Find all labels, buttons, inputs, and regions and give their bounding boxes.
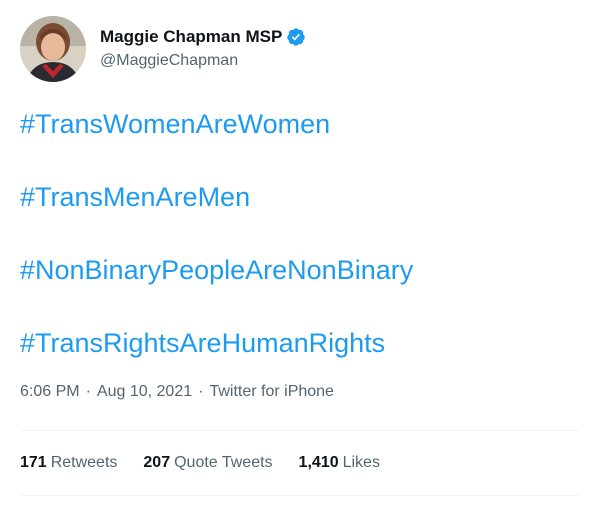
retweets-count: 171 <box>20 454 47 471</box>
tweet-date[interactable]: Aug 10, 2021 <box>97 383 192 401</box>
likes-count: 1,410 <box>298 454 339 471</box>
retweets-stat[interactable]: 171 Retweets <box>20 454 117 472</box>
retweets-label: Retweets <box>50 454 118 471</box>
tweet-body: #TransWomenAreWomen #TransMenAreMen #Non… <box>20 104 580 396</box>
separator-dot: · <box>85 383 91 400</box>
display-name[interactable]: Maggie Chapman MSP <box>100 27 282 47</box>
tweet-source[interactable]: Twitter for iPhone <box>209 383 334 401</box>
tweet-header: Maggie Chapman MSP @MaggieChapman <box>20 16 580 84</box>
hashtag-link[interactable]: #TransWomenAreWomen <box>20 104 580 144</box>
separator-dot: · <box>198 383 204 400</box>
hashtag-link[interactable]: #NonBinaryPeopleAreNonBinary <box>20 250 580 290</box>
avatar[interactable] <box>20 16 86 82</box>
tweet-metadata: 6:06 PM · Aug 10, 2021 · Twitter for iPh… <box>20 380 334 404</box>
likes-label: Likes <box>342 454 380 471</box>
quote-tweets-count: 207 <box>143 454 171 471</box>
divider <box>20 495 580 496</box>
hashtag-link[interactable]: #TransRightsAreHumanRights <box>20 323 580 363</box>
name-row: Maggie Chapman MSP <box>100 26 306 48</box>
divider <box>20 430 580 431</box>
hashtag-link[interactable]: #TransMenAreMen <box>20 177 580 217</box>
verified-badge-icon <box>286 27 306 47</box>
engagement-stats: 171 Retweets 207 Quote Tweets 1,410 Like… <box>20 450 406 476</box>
avatar-photo <box>20 16 86 82</box>
likes-stat[interactable]: 1,410 Likes <box>299 454 380 472</box>
author-info: Maggie Chapman MSP @MaggieChapman <box>100 26 306 70</box>
user-handle[interactable]: @MaggieChapman <box>100 52 306 70</box>
quote-tweets-label: Quote Tweets <box>174 454 273 471</box>
quote-tweets-stat[interactable]: 207 Quote Tweets <box>143 454 272 472</box>
tweet: Maggie Chapman MSP @MaggieChapman #Trans… <box>0 0 600 510</box>
tweet-time[interactable]: 6:06 PM <box>20 383 80 401</box>
